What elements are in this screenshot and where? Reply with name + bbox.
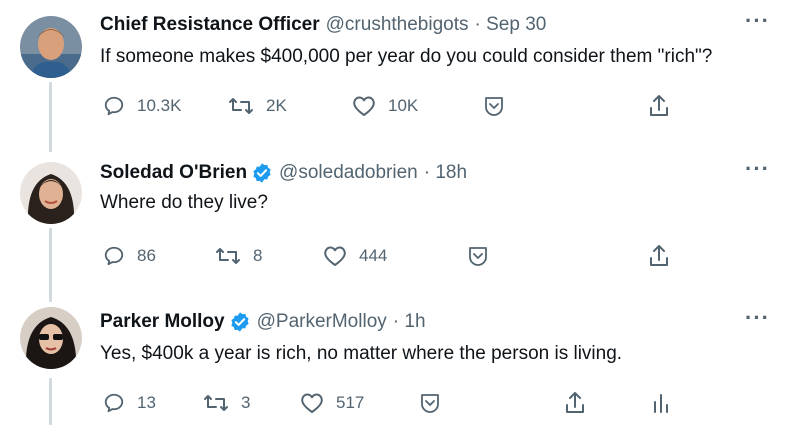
like-count: 10K	[388, 96, 419, 115]
reply-count: 10.3K	[137, 96, 182, 115]
save-button[interactable]	[467, 246, 489, 266]
like-icon	[353, 96, 375, 116]
like-button[interactable]: 444	[323, 245, 387, 267]
save-icon	[469, 247, 487, 266]
timestamp[interactable]: · 1h	[393, 311, 426, 333]
display-name[interactable]: Soledad O'Brien	[100, 162, 247, 184]
save-button[interactable]	[419, 393, 441, 413]
verified-icon	[230, 312, 249, 332]
retweet-button[interactable]: 8	[215, 245, 262, 267]
retweet-count: 8	[253, 246, 263, 265]
reply-button[interactable]: 10.3K	[103, 95, 181, 117]
tweet-text: Where do they live?	[100, 192, 268, 213]
reply-count: 86	[137, 246, 156, 265]
tweet-2[interactable]: Soledad O'Brien @soledadobrien · 18h ···…	[0, 150, 800, 290]
timestamp[interactable]: · Sep 30	[475, 14, 547, 36]
timestamp[interactable]: · 18h	[424, 162, 467, 184]
like-button[interactable]: 517	[300, 392, 364, 414]
avatar[interactable]	[20, 307, 82, 369]
like-button[interactable]: 10K	[352, 95, 418, 117]
like-icon	[301, 393, 323, 413]
share-icon	[650, 95, 668, 116]
like-count: 517	[336, 393, 365, 412]
handle[interactable]: @crushthebigots	[326, 14, 469, 36]
share-icon	[566, 392, 584, 413]
like-icon	[324, 246, 346, 266]
tweet-text: Yes, $400k a year is rich, no matter whe…	[100, 343, 623, 364]
handle[interactable]: @soledadobrien	[279, 162, 418, 184]
verified-icon	[253, 163, 271, 183]
retweet-button[interactable]: 3	[203, 392, 250, 414]
tweet-3[interactable]: Parker Molloy @ParkerMolloy · 1h ··· Yes…	[0, 295, 800, 425]
reply-button[interactable]: 13	[103, 392, 156, 414]
reply-button[interactable]: 86	[103, 245, 156, 267]
save-icon	[485, 97, 503, 116]
share-button[interactable]	[648, 244, 670, 268]
reply-icon	[104, 393, 124, 413]
more-options-button[interactable]: ···	[745, 305, 770, 331]
more-options-button[interactable]: ···	[745, 156, 770, 182]
retweet-icon	[229, 98, 253, 114]
display-name[interactable]: Parker Molloy	[100, 311, 225, 333]
avatar[interactable]	[20, 162, 82, 224]
tweet-1[interactable]: Chief Resistance Officer @crushthebigots…	[0, 0, 800, 150]
handle[interactable]: @ParkerMolloy	[257, 311, 387, 333]
more-options-button[interactable]: ···	[745, 8, 770, 34]
retweet-button[interactable]: 2K	[228, 95, 287, 117]
retweet-icon	[204, 395, 228, 411]
share-button[interactable]	[648, 94, 670, 118]
share-icon	[650, 245, 668, 266]
display-name[interactable]: Chief Resistance Officer	[100, 14, 320, 36]
like-count: 444	[359, 246, 388, 265]
retweet-count: 2K	[266, 96, 287, 115]
save-button[interactable]	[483, 96, 505, 116]
avatar[interactable]	[20, 16, 82, 78]
share-button[interactable]	[564, 391, 586, 415]
reply-count: 13	[137, 393, 156, 412]
reply-icon	[104, 246, 124, 266]
retweet-icon	[216, 248, 240, 264]
save-icon	[421, 394, 439, 413]
analytics-button[interactable]	[652, 392, 670, 414]
reply-icon	[104, 96, 124, 116]
tweet-text: If someone makes $400,000 per year do yo…	[100, 46, 713, 67]
retweet-count: 3	[241, 393, 251, 412]
analytics-icon	[654, 394, 668, 413]
